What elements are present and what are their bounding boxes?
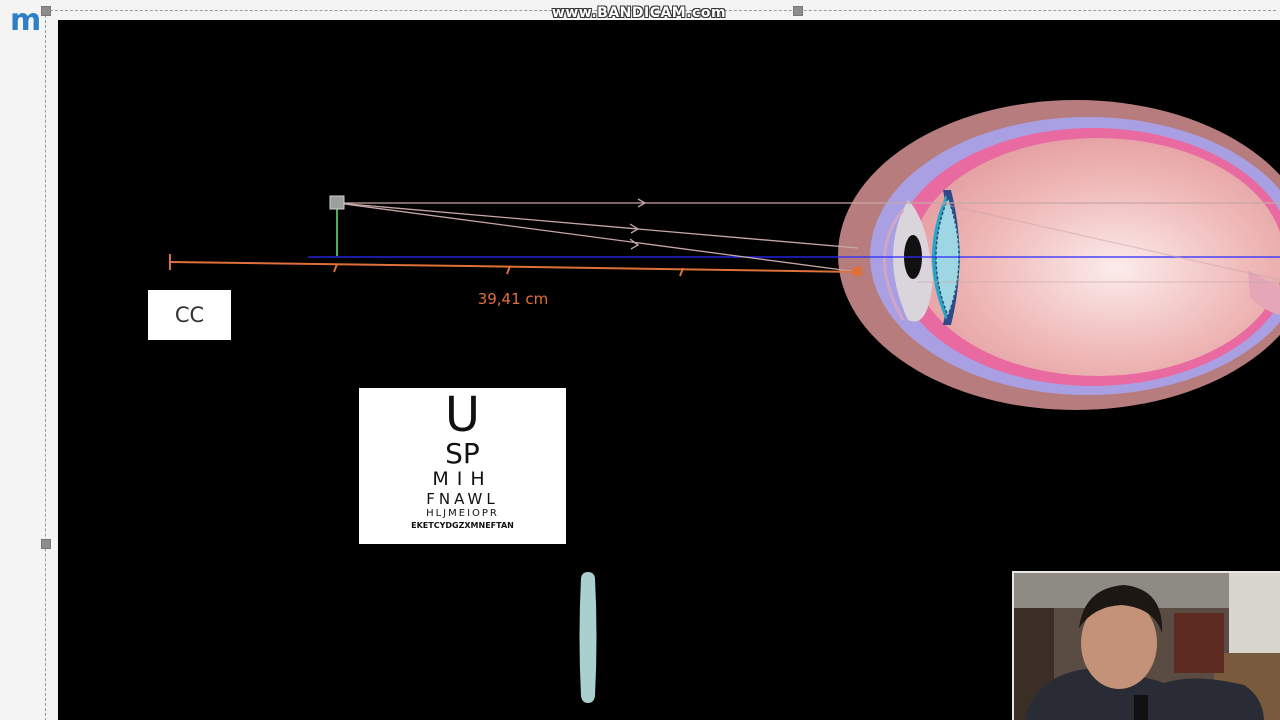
chart-row-4: FNAWL [426,490,499,508]
ray-middle [336,202,859,249]
ray-arrows [629,198,647,250]
ray-lower [336,202,859,273]
chart-row-2: SP [445,437,480,470]
resize-handle-top-left[interactable] [41,6,51,16]
presenter-video-icon [1014,573,1280,720]
webcam-overlay [1012,571,1280,720]
diverging-lens-icon[interactable] [579,572,597,703]
snellen-eye-chart[interactable]: U SP MIH FNAWL HLJMEIOPR EKETCYDGZXMNEFT… [359,388,566,544]
near-point-button[interactable]: CC [148,290,231,340]
object-drag-handle[interactable] [329,195,345,210]
logo-text: m [10,3,41,38]
chart-row-3: MIH [432,468,493,490]
app-window: m www.BANDICAM.com 39,41 cm CC U SP MIH … [0,0,1280,720]
chart-row-1: U [444,387,481,443]
resize-handle-top[interactable] [793,6,803,16]
distance-label: 39,41 cm [477,290,549,308]
resize-handle-left-middle[interactable] [41,539,51,549]
near-point-label: CC [174,303,205,327]
ray-arrow-icon [629,238,640,250]
eyeball-illustration [838,100,1280,410]
chart-row-5: HLJMEIOPR [426,508,499,519]
chart-row-6: EKETCYDGZXMNEFTAN [411,521,514,530]
